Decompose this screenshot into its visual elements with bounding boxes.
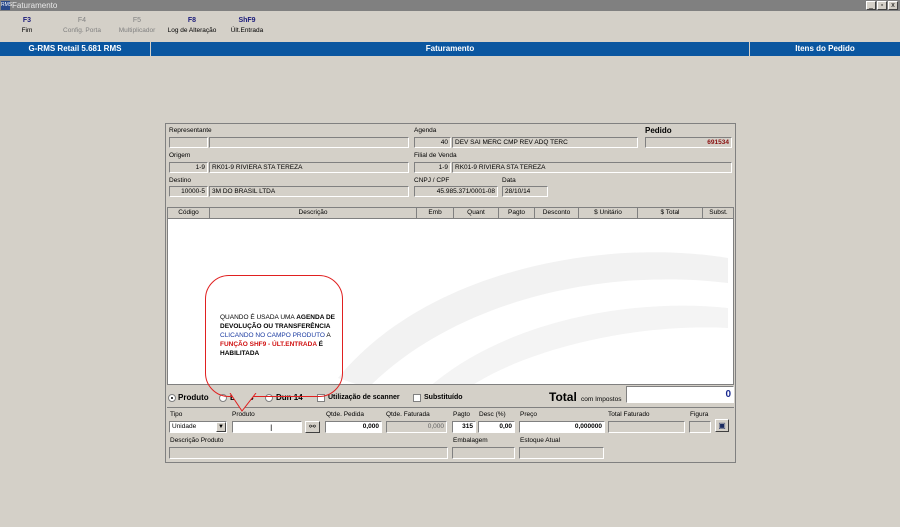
tipo-select-value: Unidade — [172, 423, 197, 430]
fkey-f8-key: F8 — [187, 17, 197, 24]
fkey-f4-label: Config. Porta — [63, 27, 101, 34]
text-cursor-icon: I — [270, 423, 273, 433]
estoque-atual-label: Estoque Atual — [520, 437, 561, 444]
substituido-checkbox-label: Substituído — [424, 394, 463, 401]
pedido-label: Pedido — [645, 126, 672, 135]
fkey-f4-key: F4 — [77, 17, 87, 24]
embalagem-label: Embalagem — [453, 437, 488, 444]
desc-input[interactable]: 0,00 — [478, 421, 515, 433]
column-header-subst[interactable]: Subst. — [703, 208, 733, 219]
column-header-codigo[interactable]: Código — [168, 208, 210, 219]
fkey-f8[interactable]: F8 Log de Alteração — [164, 17, 220, 34]
origem-name-field: RK01-9 RIVIERA STA TEREZA — [209, 162, 409, 173]
fkey-f3-label: Fim — [21, 27, 33, 34]
fkey-f8-label: Log de Alteração — [167, 27, 217, 34]
pagto-label: Pagto — [453, 411, 470, 418]
app-icon: RMS — [1, 1, 13, 10]
binoculars-search-icon[interactable]: ⚯ — [305, 421, 320, 433]
column-header-emb[interactable]: Emb — [417, 208, 454, 219]
total-faturado-field — [608, 421, 685, 433]
representante-name-field — [209, 137, 409, 148]
pedido-number-field: 691534 — [645, 137, 732, 148]
figura-label: Figura — [690, 411, 709, 418]
fkey-f5-label: Multiplicador — [118, 27, 156, 34]
figura-field — [689, 421, 711, 433]
total-label: Total — [549, 390, 577, 404]
destino-label: Destino — [169, 177, 192, 184]
callout-text-red: FUNÇÃO SHF9 - ÚLT.ENTRADA — [220, 341, 317, 348]
qtde-faturada-field: 0,000 — [386, 421, 447, 433]
watermark-swoosh-icon — [338, 252, 728, 384]
total-sub-label: com Impostos — [581, 396, 622, 403]
descricao-produto-label: Descrição Produto — [170, 437, 224, 444]
total-value-field: 0 — [626, 386, 734, 403]
data-label: Data — [502, 177, 516, 184]
fkey-f4[interactable]: F4 Config. Porta — [58, 17, 106, 34]
fkey-f5[interactable]: F5 Multiplicador — [112, 17, 162, 34]
header-items: Itens do Pedido — [795, 44, 855, 53]
callout-text-blue: CLICANDO NO CAMPO PRODUTO — [220, 332, 325, 339]
callout-pointer-icon — [229, 393, 257, 412]
window-title-bar[interactable]: RMS Faturamento _ ▫ x — [0, 0, 900, 11]
cnpj-field: 45.985.371/0001-08 — [414, 186, 498, 197]
column-header-pagto[interactable]: Pagto — [499, 208, 535, 219]
representante-code-field[interactable] — [169, 137, 208, 148]
header-title: Faturamento — [425, 44, 475, 53]
produto-radio-label: Produto — [178, 393, 209, 402]
tipo-dropdown-chevron-icon[interactable]: ▼ — [216, 422, 226, 432]
destino-code-field[interactable]: 10000-5 — [169, 186, 208, 197]
descricao-produto-field — [169, 447, 448, 459]
substituido-checkbox[interactable] — [413, 394, 421, 402]
save-disk-icon[interactable]: ▣ — [715, 419, 729, 432]
origem-label: Origem — [169, 152, 191, 159]
qtde-faturada-label: Qtde. Faturada — [386, 411, 430, 418]
callout-text-part3: A — [324, 332, 331, 339]
agenda-name-field: DEV SAI MERC CMP REV ADQ TERC — [452, 137, 638, 148]
minimize-button[interactable]: _ — [866, 1, 876, 10]
qtde-pedida-label: Qtde. Pedida — [326, 411, 364, 418]
fkey-shf9-key: ShF9 — [238, 17, 256, 24]
agenda-label: Agenda — [414, 127, 437, 134]
agenda-code-field[interactable]: 40 — [414, 137, 451, 148]
preco-label: Preço — [520, 411, 537, 418]
desc-label: Desc (%) — [479, 411, 506, 418]
filial-label: Filial de Venda — [414, 152, 457, 159]
fkey-f5-key: F5 — [132, 17, 142, 24]
tipo-label: Tipo — [170, 411, 183, 418]
window-title: Faturamento — [12, 1, 58, 10]
data-field[interactable]: 28/10/14 — [502, 186, 548, 197]
produto-radio[interactable] — [168, 394, 176, 402]
preco-input[interactable]: 0,000000 — [519, 421, 605, 433]
column-header-desconto[interactable]: Desconto — [535, 208, 579, 219]
column-header-quant[interactable]: Quant — [454, 208, 499, 219]
restore-button[interactable]: ▫ — [877, 1, 887, 10]
origem-code-field[interactable]: 1-9 — [169, 162, 208, 173]
filial-name-field: RK01-9 RIVIERA STA TEREZA — [452, 162, 732, 173]
column-header-unitario[interactable]: $ Unitário — [579, 208, 638, 219]
filial-code-field[interactable]: 1-9 — [414, 162, 451, 173]
representante-label: Representante — [169, 127, 212, 134]
scanner-checkbox-label: Utilização de scanner — [328, 394, 400, 401]
close-button[interactable]: x — [888, 1, 898, 10]
produto-input[interactable] — [232, 421, 302, 433]
cnpj-label: CNPJ / CPF — [414, 177, 450, 184]
embalagem-field — [452, 447, 515, 459]
pagto-input[interactable]: 315 — [452, 421, 476, 433]
fkey-f3[interactable]: F3 Fim — [12, 17, 42, 34]
callout-text-part1: QUANDO É USADA UMA — [220, 314, 297, 321]
callout-text: QUANDO É USADA UMA AGENDA DE DEVOLUÇÃO O… — [220, 313, 340, 358]
column-header-descricao[interactable]: Descrição — [210, 208, 417, 219]
qtde-pedida-input[interactable]: 0,000 — [325, 421, 382, 433]
fkey-shf9[interactable]: ShF9 Últ.Entrada — [226, 17, 268, 34]
total-faturado-label: Total Faturado — [608, 411, 650, 418]
destino-name-field: 3M DO BRASIL LTDA — [209, 186, 409, 197]
column-header-total[interactable]: $ Total — [638, 208, 703, 219]
fkey-f3-key: F3 — [22, 17, 32, 24]
estoque-atual-field — [519, 447, 604, 459]
header-system-version: G-RMS Retail 5.681 RMS — [28, 44, 122, 53]
section-header: G-RMS Retail 5.681 RMS Faturamento Itens… — [0, 42, 900, 56]
fkey-shf9-label: Últ.Entrada — [230, 27, 264, 34]
